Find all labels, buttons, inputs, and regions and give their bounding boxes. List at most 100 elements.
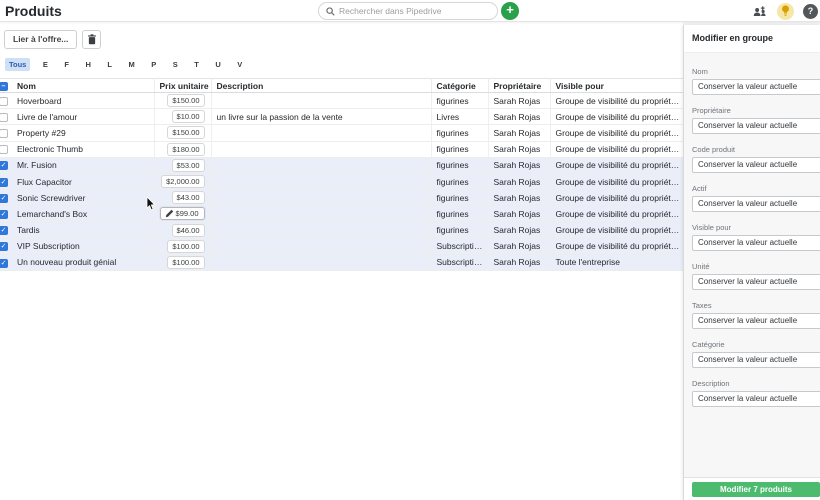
product-owner-cell[interactable]: Sarah Rojas <box>488 206 550 222</box>
product-price-cell[interactable]: $180.00 <box>154 141 211 157</box>
column-header-nom[interactable]: Nom <box>12 79 154 93</box>
product-visibility-cell[interactable]: Groupe de visibilité du propriétaire <box>550 222 683 238</box>
table-row[interactable]: ✓Sonic Screwdriver$43.00figurinesSarah R… <box>0 190 683 206</box>
row-checkbox[interactable] <box>0 145 8 154</box>
product-owner-cell[interactable]: Sarah Rojas <box>488 157 550 173</box>
product-category-cell[interactable]: figurines <box>431 190 488 206</box>
alphabet-filter-t[interactable]: T <box>190 58 203 71</box>
field-select-nom[interactable]: Conserver la valeur actuelle <box>692 79 820 95</box>
product-owner-cell[interactable]: Sarah Rojas <box>488 238 550 254</box>
product-visibility-cell[interactable]: Groupe de visibilité du propriétaire <box>550 190 683 206</box>
column-header-prix-unitaire[interactable]: Prix unitaire <box>154 79 211 93</box>
product-category-cell[interactable]: Subscription ... <box>431 238 488 254</box>
row-checkbox[interactable]: ✓ <box>0 259 8 268</box>
edit-pencil-icon[interactable] <box>163 208 176 219</box>
product-description-cell[interactable] <box>211 93 431 109</box>
product-name-cell[interactable]: Flux Capacitor <box>12 173 154 189</box>
product-description-cell[interactable] <box>211 125 431 141</box>
product-category-cell[interactable]: figurines <box>431 206 488 222</box>
product-price-cell[interactable]: $10.00 <box>154 109 211 125</box>
column-header-visible-pour[interactable]: Visible pour <box>550 79 683 93</box>
product-price-cell[interactable]: $150.00 <box>154 93 211 109</box>
product-description-cell[interactable] <box>211 238 431 254</box>
product-category-cell[interactable]: figurines <box>431 157 488 173</box>
alphabet-filter-m[interactable]: M <box>124 58 138 71</box>
table-row[interactable]: ✓ VIP Subscription$100.00 Subscription ...… <box>0 238 683 254</box>
product-owner-cell[interactable]: Sarah Rojas <box>488 222 550 238</box>
table-row[interactable]: Electronic Thumb$180.00figurinesSarah Ro… <box>0 141 683 157</box>
alphabet-filter-p[interactable]: P <box>147 58 160 71</box>
product-category-cell[interactable]: Livres <box>431 109 488 125</box>
alphabet-filter-l[interactable]: L <box>103 58 116 71</box>
product-visibility-cell[interactable]: Groupe de visibilité du propriétaire <box>550 109 683 125</box>
row-checkbox[interactable] <box>0 113 8 122</box>
field-select-visible-pour[interactable]: Conserver la valeur actuelle <box>692 235 820 251</box>
alphabet-filter-u[interactable]: U <box>211 58 224 71</box>
product-owner-cell[interactable]: Sarah Rojas <box>488 254 550 270</box>
product-price-cell[interactable]: $2,000.00 <box>154 173 211 189</box>
field-select-propri-taire[interactable]: Conserver la valeur actuelle <box>692 118 820 134</box>
product-visibility-cell[interactable]: Groupe de visibilité du propriétaire <box>550 141 683 157</box>
alphabet-filter-s[interactable]: S <box>169 58 182 71</box>
product-description-cell[interactable] <box>211 254 431 270</box>
table-row[interactable]: ✓Tardis$46.00figurinesSarah RojasGroupe … <box>0 222 683 238</box>
row-checkbox[interactable] <box>0 129 8 138</box>
product-price-cell[interactable]: $100.00 <box>154 238 211 254</box>
product-category-cell[interactable]: Subscription ... <box>431 254 488 270</box>
product-category-cell[interactable]: figurines <box>431 173 488 189</box>
product-visibility-cell[interactable]: Groupe de visibilité du propriétaire <box>550 173 683 189</box>
row-checkbox[interactable]: ✓ <box>0 194 8 203</box>
product-description-cell[interactable] <box>211 222 431 238</box>
table-row[interactable]: ✓ Un nouveau produit génial$100.00 Subscri… <box>0 254 683 270</box>
whats-new-lightbulb-button[interactable] <box>777 3 794 20</box>
row-checkbox[interactable]: ✓ <box>0 210 8 219</box>
table-row[interactable]: ✓ Lemarchand's Box $99.00 figurinesSarah Ro… <box>0 206 683 222</box>
alphabet-filter-e[interactable]: E <box>39 58 52 71</box>
table-row[interactable]: ✓Flux Capacitor$2,000.00figurinesSarah R… <box>0 173 683 189</box>
product-description-cell[interactable] <box>211 173 431 189</box>
product-visibility-cell[interactable]: Toute l'entreprise <box>550 254 683 270</box>
bulk-edit-submit-button[interactable]: Modifier 7 produits <box>692 482 820 497</box>
column-header-propri-taire[interactable]: Propriétaire <box>488 79 550 93</box>
product-category-cell[interactable]: figurines <box>431 125 488 141</box>
row-checkbox[interactable]: ✓ <box>0 178 8 187</box>
row-checkbox[interactable]: ✓ <box>0 161 8 170</box>
product-price-cell[interactable]: $100.00 <box>154 254 211 270</box>
product-visibility-cell[interactable]: Groupe de visibilité du propriétaire <box>550 93 683 109</box>
product-description-cell[interactable] <box>211 206 431 222</box>
product-price-cell[interactable]: $150.00 <box>154 125 211 141</box>
product-name-cell[interactable]: VIP Subscription <box>12 238 154 254</box>
field-select-unit[interactable]: Conserver la valeur actuelle <box>692 274 820 290</box>
table-row[interactable]: Livre de l'amour$10.00un livre sur la pa… <box>0 109 683 125</box>
product-name-cell[interactable]: Property #29 <box>12 125 154 141</box>
field-select-description[interactable]: Conserver la valeur actuelle <box>692 391 820 407</box>
product-price-cell[interactable]: $43.00 <box>154 190 211 206</box>
product-visibility-cell[interactable]: Groupe de visibilité du propriétaire <box>550 157 683 173</box>
search-input[interactable]: Rechercher dans Pipedrive <box>318 2 498 20</box>
field-select-taxes[interactable]: Conserver la valeur actuelle <box>692 313 820 329</box>
product-name-cell[interactable]: Livre de l'amour <box>12 109 154 125</box>
help-button[interactable]: ? <box>803 4 818 19</box>
row-checkbox[interactable]: ✓ <box>0 242 8 251</box>
product-category-cell[interactable]: figurines <box>431 141 488 157</box>
product-owner-cell[interactable]: Sarah Rojas <box>488 93 550 109</box>
field-select-cat-gorie[interactable]: Conserver la valeur actuelle <box>692 352 820 368</box>
product-name-cell[interactable]: Un nouveau produit génial <box>12 254 154 270</box>
product-name-cell[interactable]: Hoverboard <box>12 93 154 109</box>
product-visibility-cell[interactable]: Groupe de visibilité du propriétaire <box>550 125 683 141</box>
product-owner-cell[interactable]: Sarah Rojas <box>488 141 550 157</box>
delete-button[interactable] <box>82 30 101 49</box>
product-description-cell[interactable]: un livre sur la passion de la vente <box>211 109 431 125</box>
product-name-cell[interactable]: Lemarchand's Box <box>12 206 154 222</box>
product-name-cell[interactable]: Mr. Fusion <box>12 157 154 173</box>
product-category-cell[interactable]: figurines <box>431 222 488 238</box>
table-row[interactable]: ✓ Mr. Fusion$53.00 figurinesSarah RojasGro… <box>0 157 683 173</box>
alphabet-filter-h[interactable]: H <box>81 58 94 71</box>
price-edit-cell[interactable]: $99.00 <box>160 207 205 220</box>
select-all-checkbox[interactable]: – <box>0 82 8 91</box>
product-price-cell[interactable]: $53.00 <box>154 157 211 173</box>
alphabet-filter-f[interactable]: F <box>60 58 73 71</box>
product-category-cell[interactable]: figurines <box>431 93 488 109</box>
column-header-cat-gorie[interactable]: Catégorie <box>431 79 488 93</box>
alphabet-filter-v[interactable]: V <box>233 58 246 71</box>
